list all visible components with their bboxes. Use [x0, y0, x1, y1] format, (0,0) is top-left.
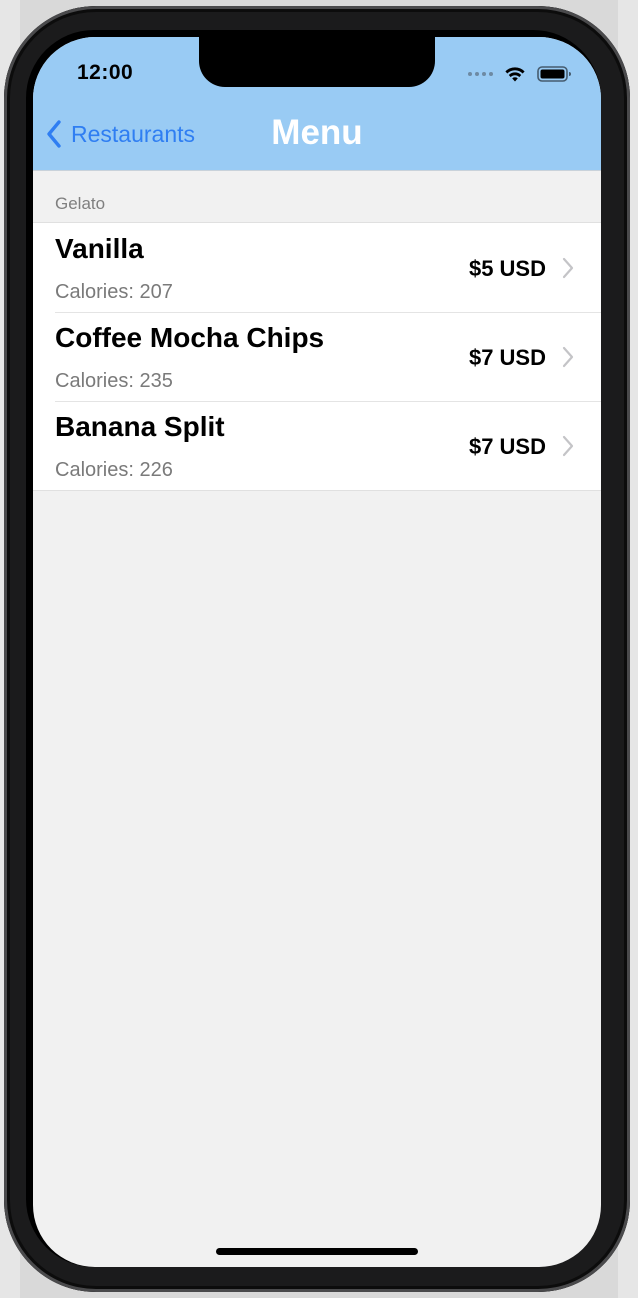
menu-item-name: Banana Split — [55, 411, 225, 442]
page-title: Menu — [271, 113, 363, 152]
status-time: 12:00 — [77, 61, 134, 84]
device-notch — [199, 37, 435, 87]
menu-item-row[interactable]: Banana Split Calories: 226 $7 USD — [33, 401, 601, 490]
menu-item-calories: Calories: 226 — [55, 459, 173, 481]
navigation-bar: 12:00 Restaurants Menu — [33, 37, 601, 171]
wifi-icon — [505, 67, 525, 82]
battery-icon — [537, 66, 571, 82]
cellular-signal-icon — [468, 72, 493, 76]
chevron-right-icon — [562, 346, 574, 368]
home-indicator[interactable] — [216, 1248, 418, 1255]
app-screen: 12:00 Restaurants Menu Gelato Vanilla Ca… — [33, 37, 601, 1267]
menu-item-price: $7 USD — [468, 434, 546, 459]
menu-item-calories: Calories: 235 — [55, 370, 173, 392]
menu-item-price: $5 USD — [468, 256, 546, 281]
chevron-right-icon — [562, 257, 574, 279]
menu-item-row[interactable]: Vanilla Calories: 207 $5 USD — [33, 223, 601, 312]
menu-item-row[interactable]: Coffee Mocha Chips Calories: 235 $7 USD — [33, 312, 601, 401]
menu-item-calories: Calories: 207 — [55, 281, 173, 303]
menu-item-name: Vanilla — [55, 233, 144, 264]
menu-item-price: $7 USD — [468, 345, 546, 370]
menu-item-name: Coffee Mocha Chips — [55, 322, 325, 353]
menu-list: Vanilla Calories: 207 $5 USD Coffee Moch… — [33, 222, 601, 491]
section-header: Gelato — [55, 194, 106, 213]
chevron-right-icon — [562, 435, 574, 457]
status-icons — [468, 64, 573, 84]
